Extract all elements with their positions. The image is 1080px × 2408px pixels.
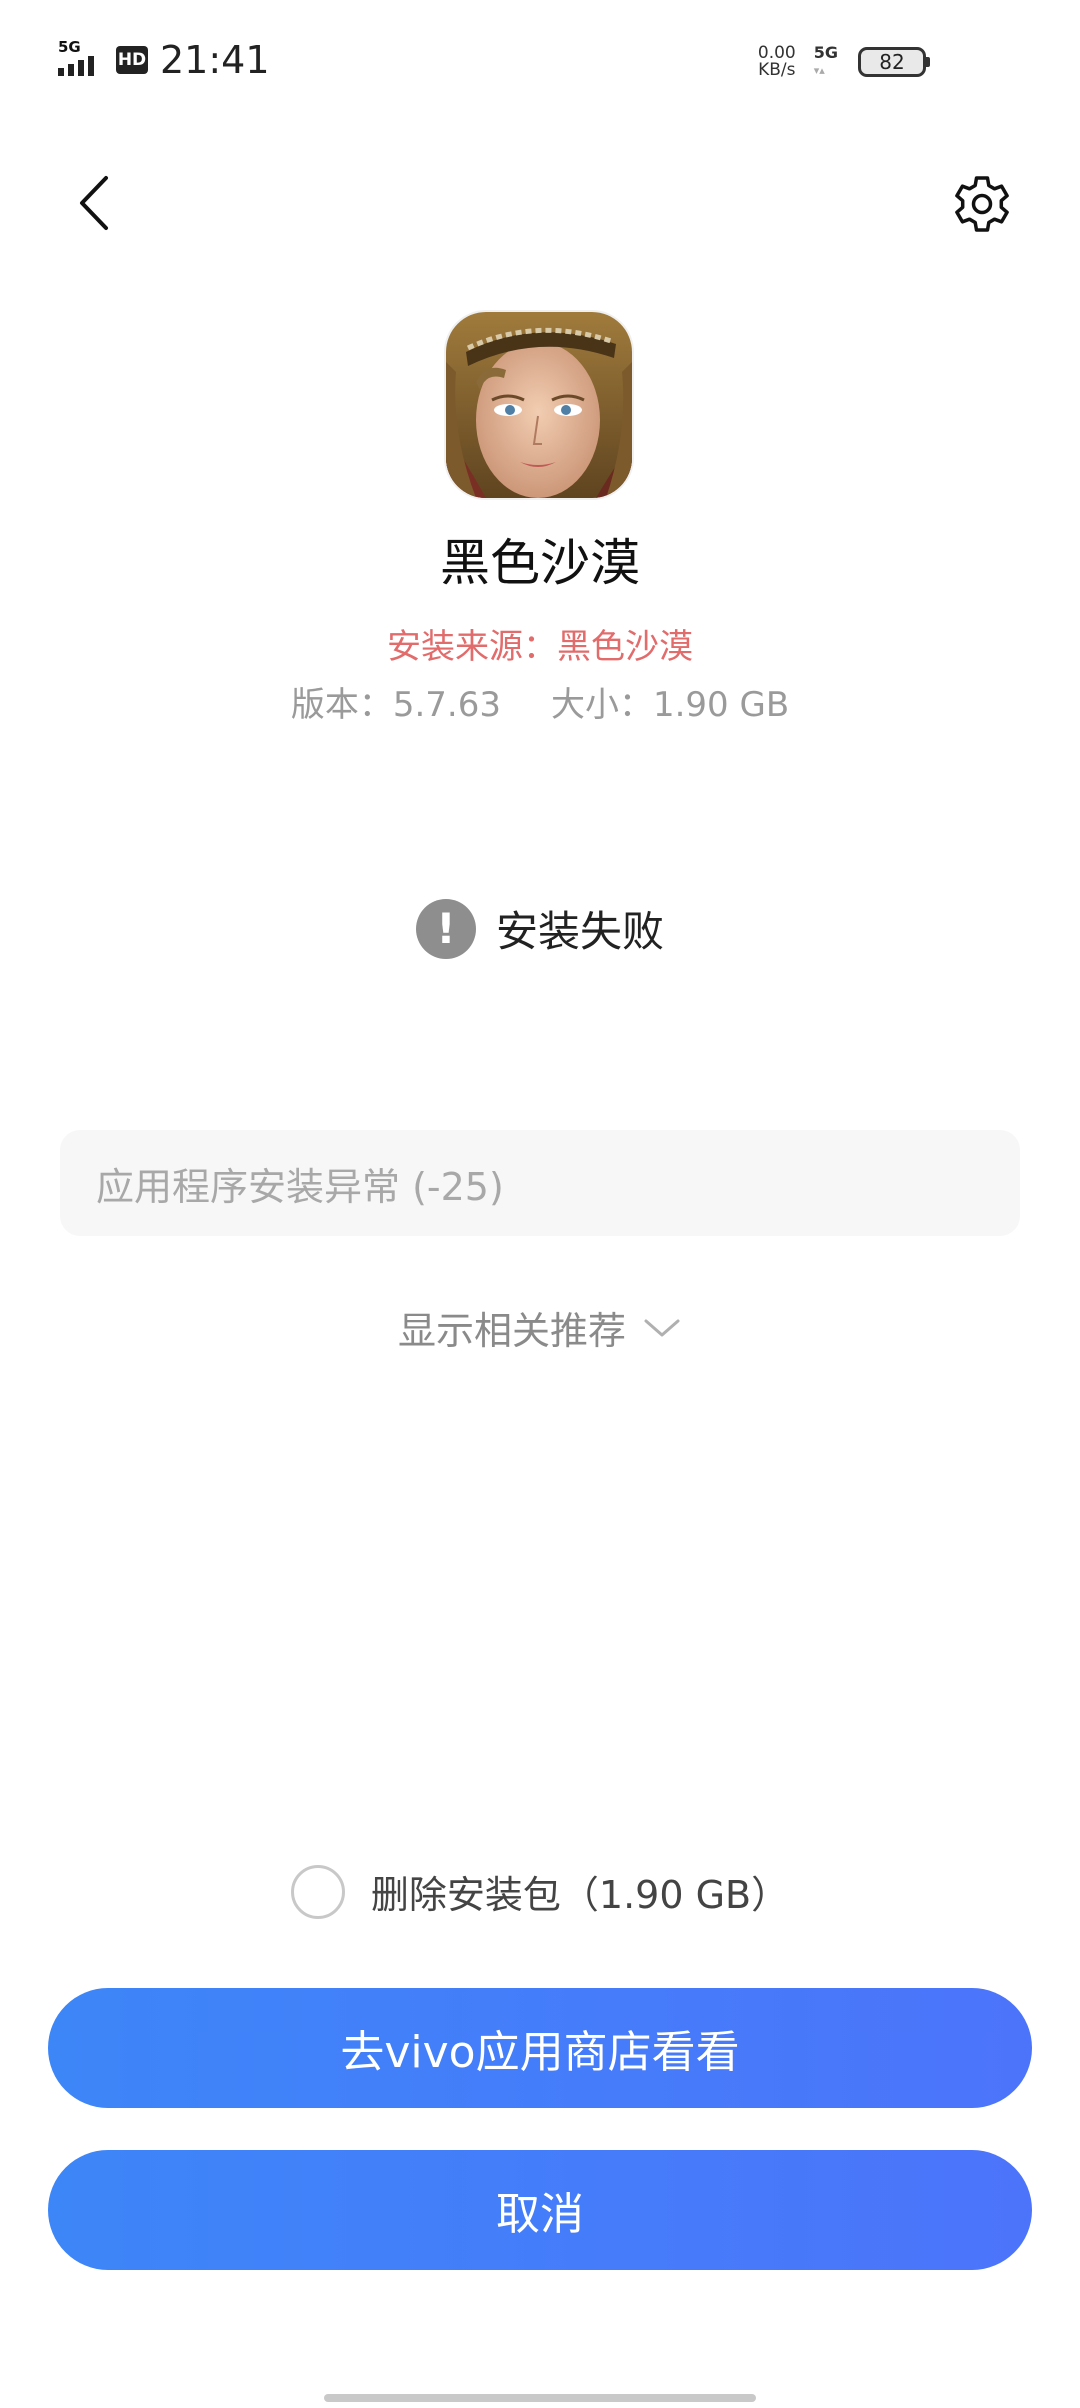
battery-level: 82 — [858, 47, 926, 77]
error-message: 应用程序安装异常 (-25) — [96, 1164, 504, 1209]
show-recommendations-label: 显示相关推荐 — [397, 1309, 626, 1353]
delete-package-label: 删除安装包（1.90 GB） — [370, 1873, 790, 1917]
cellular-signal-icon: 5G — [58, 40, 104, 80]
home-indicator[interactable] — [324, 2394, 756, 2402]
network-speed: 0.00 KB/s — [758, 45, 796, 79]
cancel-button[interactable]: 取消 — [48, 2150, 1032, 2270]
network-type-icon: 5G ▾▴ — [813, 43, 838, 78]
status-left: 5G HD 21:41 — [58, 36, 270, 84]
chevron-left-icon — [80, 176, 108, 230]
status-time: 21:41 — [160, 38, 270, 82]
status-right: 0.00 KB/s 5G ▾▴ 82 — [758, 38, 930, 86]
chevron-down-icon — [644, 1319, 680, 1336]
app-icon — [446, 312, 632, 498]
install-status: ! 安装失败 — [0, 898, 1080, 959]
status-bar: 5G HD 21:41 0.00 KB/s 5G ▾▴ 82 — [0, 0, 1080, 124]
app-size: 大小：1.90 GB — [550, 685, 790, 725]
network-type: 5G — [813, 43, 838, 62]
gear-icon — [955, 176, 1009, 232]
network-speed-unit: KB/s — [758, 60, 796, 80]
show-recommendations-toggle[interactable]: 显示相关推荐 — [0, 1300, 1080, 1355]
install-source: 安装来源：黑色沙漠 — [387, 627, 693, 667]
open-app-store-button[interactable]: 去vivo应用商店看看 — [48, 1988, 1032, 2108]
settings-button[interactable] — [950, 172, 1014, 236]
app-meta: 版本：5.7.63 大小：1.90 GB — [0, 680, 1080, 730]
app-name: 黑色沙漠 — [440, 534, 640, 592]
error-message-box: 应用程序安装异常 (-25) — [60, 1130, 1020, 1236]
hd-badge: HD — [116, 46, 148, 74]
delete-package-option[interactable]: 删除安装包（1.90 GB） — [0, 1864, 1080, 1919]
app-icon-image — [446, 312, 632, 498]
battery-icon: 82 — [858, 47, 930, 77]
app-version: 版本：5.7.63 — [290, 685, 501, 725]
alert-icon: ! — [415, 898, 476, 959]
install-status-text: 安装失败 — [495, 907, 664, 956]
delete-package-radio[interactable] — [290, 1864, 345, 1919]
back-button[interactable] — [70, 170, 120, 236]
network-tag: 5G — [58, 38, 81, 56]
